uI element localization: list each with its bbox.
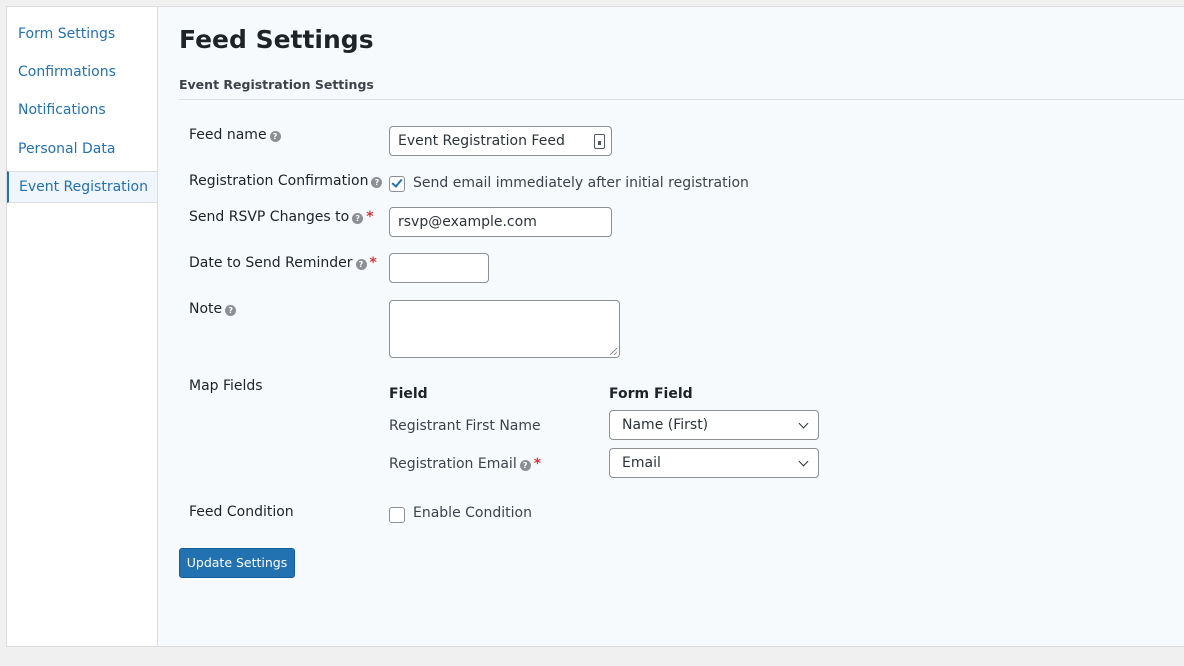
sidebar-item-notifications[interactable]: Notifications (7, 94, 157, 126)
feed-name-label-text: Feed name (189, 127, 267, 143)
registration-confirmation-checkbox[interactable] (389, 176, 405, 192)
required-marker: * (369, 255, 377, 271)
required-marker: * (366, 209, 374, 225)
map-row-email-label-text: Registration Email (389, 456, 517, 472)
reminder-date-label: Date to Send Reminder? * (189, 255, 377, 271)
settings-sidebar: Form Settings Confirmations Notification… (7, 7, 158, 646)
map-row-first-name-label: Registrant First Name (389, 418, 541, 434)
sidebar-item-personal-data[interactable]: Personal Data (7, 133, 157, 165)
chevron-down-icon (798, 418, 809, 429)
sidebar-item-confirmations[interactable]: Confirmations (7, 56, 157, 88)
note-label: Note? (189, 301, 237, 317)
note-textarea[interactable] (389, 300, 620, 358)
registration-confirmation-label: Registration Confirmation? (189, 173, 383, 189)
section-divider (179, 99, 1184, 100)
resize-handle-icon[interactable] (610, 348, 617, 355)
send-rsvp-label-text: Send RSVP Changes to (189, 209, 350, 225)
feed-name-label: Feed name? (189, 127, 281, 143)
reminder-date-label-text: Date to Send Reminder (189, 255, 353, 271)
feed-condition-label: Feed Condition (189, 504, 294, 520)
send-rsvp-label: Send RSVP Changes to? * (189, 209, 374, 225)
update-settings-button[interactable]: Update Settings (179, 548, 295, 578)
note-label-text: Note (189, 301, 223, 317)
send-rsvp-value: rsvp@example.com (398, 214, 537, 230)
help-icon[interactable]: ? (269, 131, 281, 142)
merge-tag-icon[interactable] (594, 134, 605, 149)
feed-name-input[interactable]: Event Registration Feed (389, 126, 612, 156)
map-row-email-label: Registration Email? * (389, 456, 541, 472)
help-icon[interactable]: ? (355, 259, 367, 270)
sidebar-item-event-registration[interactable]: Event Registration (7, 171, 157, 203)
help-icon[interactable]: ? (371, 177, 383, 188)
map-fields-form-field-header: Form Field (609, 386, 693, 402)
checkmark-icon (391, 176, 403, 188)
map-fields-label: Map Fields (189, 378, 263, 394)
reminder-date-input[interactable] (389, 253, 489, 283)
enable-condition-checkbox[interactable] (389, 507, 405, 523)
page-title: Feed Settings (179, 25, 374, 54)
send-rsvp-input[interactable]: rsvp@example.com (389, 207, 612, 237)
help-icon[interactable]: ? (352, 213, 364, 224)
sidebar-item-form-settings[interactable]: Form Settings (7, 18, 157, 50)
settings-panel: Form Settings Confirmations Notification… (6, 6, 1184, 647)
section-title: Event Registration Settings (179, 77, 374, 92)
registration-confirmation-checkbox-label[interactable]: Send email immediately after initial reg… (413, 175, 749, 191)
first-name-select[interactable]: Name (First) (609, 410, 819, 440)
map-fields-field-header: Field (389, 386, 428, 402)
chevron-down-icon (798, 456, 809, 467)
email-select-value: Email (622, 455, 661, 471)
required-marker: * (533, 456, 542, 472)
help-icon[interactable]: ? (225, 305, 237, 316)
enable-condition-label[interactable]: Enable Condition (413, 505, 532, 521)
help-icon[interactable]: ? (519, 460, 531, 471)
email-select[interactable]: Email (609, 448, 819, 478)
first-name-select-value: Name (First) (622, 417, 709, 433)
feed-name-value: Event Registration Feed (398, 133, 565, 149)
registration-confirmation-label-text: Registration Confirmation (189, 173, 369, 189)
